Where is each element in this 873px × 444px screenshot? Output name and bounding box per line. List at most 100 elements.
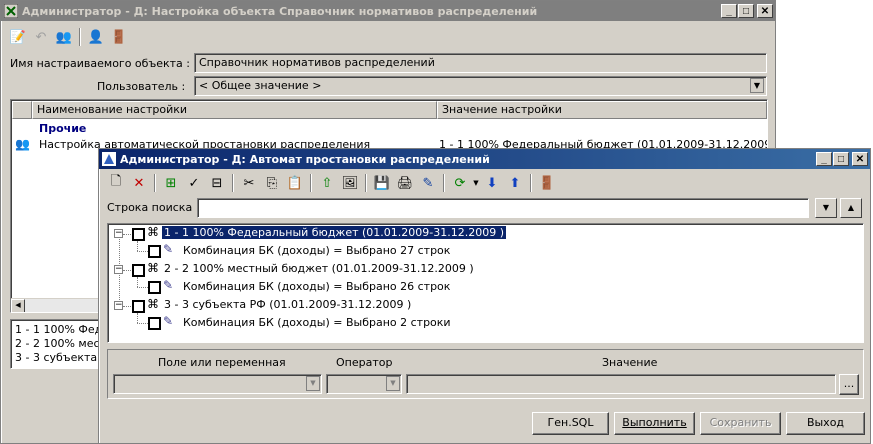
grid-header-name[interactable]: Наименование настройки <box>32 101 437 119</box>
filter-value-header: Значение <box>602 356 658 369</box>
object-name-label: Имя настраиваемого объекта : <box>10 57 190 70</box>
copy-icon[interactable]: ⎘ <box>261 172 283 194</box>
list-item: 2 - 2 100% мес <box>15 337 100 350</box>
app-icon <box>102 152 116 166</box>
filter-field-header: Поле или переменная <box>158 356 286 369</box>
print-icon[interactable]: 🖨 <box>394 172 416 194</box>
window-title: Администратор - Д: Настройка объекта Спр… <box>22 4 538 18</box>
autofill-titlebar[interactable]: Администратор - Д: Автомат простановки р… <box>99 149 870 169</box>
search-down-button[interactable]: ▼ <box>815 198 837 218</box>
toolbar-separator <box>79 28 81 46</box>
child-checkbox[interactable] <box>148 281 161 294</box>
maximize-button[interactable]: □ <box>833 152 849 166</box>
search-label: Строка поиска <box>107 201 193 214</box>
check-icon[interactable]: ✓ <box>183 172 205 194</box>
toolbar-separator <box>530 174 532 192</box>
tree-child-label[interactable]: Комбинация БК (доходы) = Выбрано 26 стро… <box>183 280 450 293</box>
search-input[interactable] <box>197 198 809 218</box>
arrow-up-icon[interactable]: ⬆ <box>504 172 526 194</box>
save-icon[interactable]: 💾 <box>371 172 393 194</box>
grid-header-value[interactable]: Значение настройки <box>437 101 767 119</box>
close-button[interactable]: ✕ <box>757 4 773 18</box>
filter-field-select[interactable]: ▼ <box>113 374 322 394</box>
chevron-down-icon[interactable]: ▼ <box>306 376 320 391</box>
filter-rule-icon: ✎ <box>163 278 174 292</box>
filter-operator-header: Оператор <box>336 356 393 369</box>
tree-node-label[interactable]: 2 - 2 100% местный бюджет (01.01.2009-31… <box>164 262 474 275</box>
node-checkbox[interactable] <box>132 300 145 313</box>
arrow-down-icon[interactable]: ⬇ <box>481 172 503 194</box>
autofill-toolbar: 🗋 ✕ ⊞ ✓ ⊟ ✂ ⎘ 📋 ⇧ 🖼 💾 🖨 ✎ ⟳ ▼ ⬇ ⬆ 🚪 <box>101 170 562 196</box>
user-select-value: < Общее значение > <box>199 79 322 92</box>
chevron-down-icon[interactable]: ▼ <box>750 78 764 93</box>
toolbar-separator <box>443 174 445 192</box>
toolbar-separator <box>310 174 312 192</box>
delete-icon[interactable]: ✕ <box>128 172 150 194</box>
chevron-down-icon[interactable]: ▼ <box>386 376 400 391</box>
brush-icon[interactable]: ✎ <box>417 172 439 194</box>
dropdown-arrow-icon[interactable]: ▼ <box>472 172 480 194</box>
list-item: 3 - 3 субъекта <box>15 351 98 364</box>
horizontal-scrollbar[interactable]: ◀ <box>11 298 101 312</box>
filter-operator-select[interactable]: ▼ <box>326 374 402 394</box>
distribution-tree: − ⌘ 1 - 1 100% Федеральный бюджет (01.01… <box>107 223 864 343</box>
toolbar-separator <box>365 174 367 192</box>
folder-up-icon[interactable]: ⇧ <box>316 172 338 194</box>
scroll-left-button[interactable]: ◀ <box>11 299 25 312</box>
child-checkbox[interactable] <box>148 317 161 330</box>
user-icon[interactable]: 👤 <box>85 26 107 48</box>
child-checkbox[interactable] <box>148 245 161 258</box>
settings-person-icon: 👥 <box>15 137 30 151</box>
tree-child-label[interactable]: Комбинация БК (доходы) = Выбрано 2 строк… <box>183 316 451 329</box>
hierarchy-icon: ⌘ <box>147 225 159 239</box>
list-item: 1 - 1 100% Феде <box>15 323 102 336</box>
filter-rule-icon: ✎ <box>163 242 174 256</box>
collapse-toggle[interactable]: − <box>114 229 123 238</box>
toolbar-separator <box>232 174 234 192</box>
hierarchy-icon: ⌘ <box>147 297 159 311</box>
edit-icon[interactable]: 📝 <box>7 26 29 48</box>
paste-icon[interactable]: 📋 <box>284 172 306 194</box>
minimize-button[interactable]: _ <box>816 152 832 166</box>
refresh-icon[interactable]: ⟳ <box>449 172 471 194</box>
grid-group-row[interactable]: Прочие <box>39 122 86 135</box>
add-row-icon[interactable]: ⊞ <box>160 172 182 194</box>
execute-button[interactable]: Выполнить <box>614 412 695 435</box>
users-icon[interactable]: 👥 <box>53 26 75 48</box>
filter-panel: Поле или переменная Оператор Значение ▼ … <box>107 349 864 399</box>
tree-node-label[interactable]: 3 - 3 субъекта РФ (01.01.2009-31.12.2009… <box>164 298 411 311</box>
new-document-icon[interactable]: 🗋 <box>105 172 127 194</box>
node-checkbox[interactable] <box>132 264 145 277</box>
app-icon <box>4 4 18 18</box>
cut-icon[interactable]: ✂ <box>238 172 260 194</box>
collapse-toggle[interactable]: − <box>114 301 123 310</box>
search-up-button[interactable]: ▲ <box>840 198 862 218</box>
object-name-field: Справочник нормативов распределений <box>194 53 767 73</box>
minimize-button[interactable]: _ <box>721 4 737 18</box>
remove-row-icon[interactable]: ⊟ <box>206 172 228 194</box>
exit-button[interactable]: Выход <box>786 412 865 435</box>
filter-rule-icon: ✎ <box>163 314 174 328</box>
settings-toolbar: 📝 ↶ 👥 👤 🚪 <box>3 24 134 50</box>
autofill-window: Администратор - Д: Автомат простановки р… <box>98 148 871 444</box>
user-select[interactable]: < Общее значение > ▼ <box>194 76 767 96</box>
tree-child-label[interactable]: Комбинация БК (доходы) = Выбрано 27 стро… <box>183 244 450 257</box>
exit-door-icon[interactable]: 🚪 <box>536 172 558 194</box>
maximize-button[interactable]: □ <box>738 4 754 18</box>
undo-icon[interactable]: ↶ <box>30 26 52 48</box>
window-title: Администратор - Д: Автомат простановки р… <box>120 152 490 166</box>
tree-node-label[interactable]: 1 - 1 100% Федеральный бюджет (01.01.200… <box>160 225 508 240</box>
exit-door-icon[interactable]: 🚪 <box>108 26 130 48</box>
grid-header-corner <box>12 101 32 119</box>
collapse-toggle[interactable]: − <box>114 265 123 274</box>
toolbar-separator <box>154 174 156 192</box>
ellipsis-button[interactable]: ... <box>839 374 859 395</box>
hierarchy-icon: ⌘ <box>147 261 159 275</box>
close-button[interactable]: ✕ <box>852 152 868 166</box>
node-checkbox[interactable] <box>132 228 145 241</box>
gensql-button[interactable]: Ген.SQL <box>532 412 609 435</box>
image-icon[interactable]: 🖼 <box>339 172 361 194</box>
save-button[interactable]: Сохранить <box>700 412 781 435</box>
filter-value-input[interactable] <box>406 374 836 394</box>
settings-titlebar[interactable]: Администратор - Д: Настройка объекта Спр… <box>1 1 775 21</box>
